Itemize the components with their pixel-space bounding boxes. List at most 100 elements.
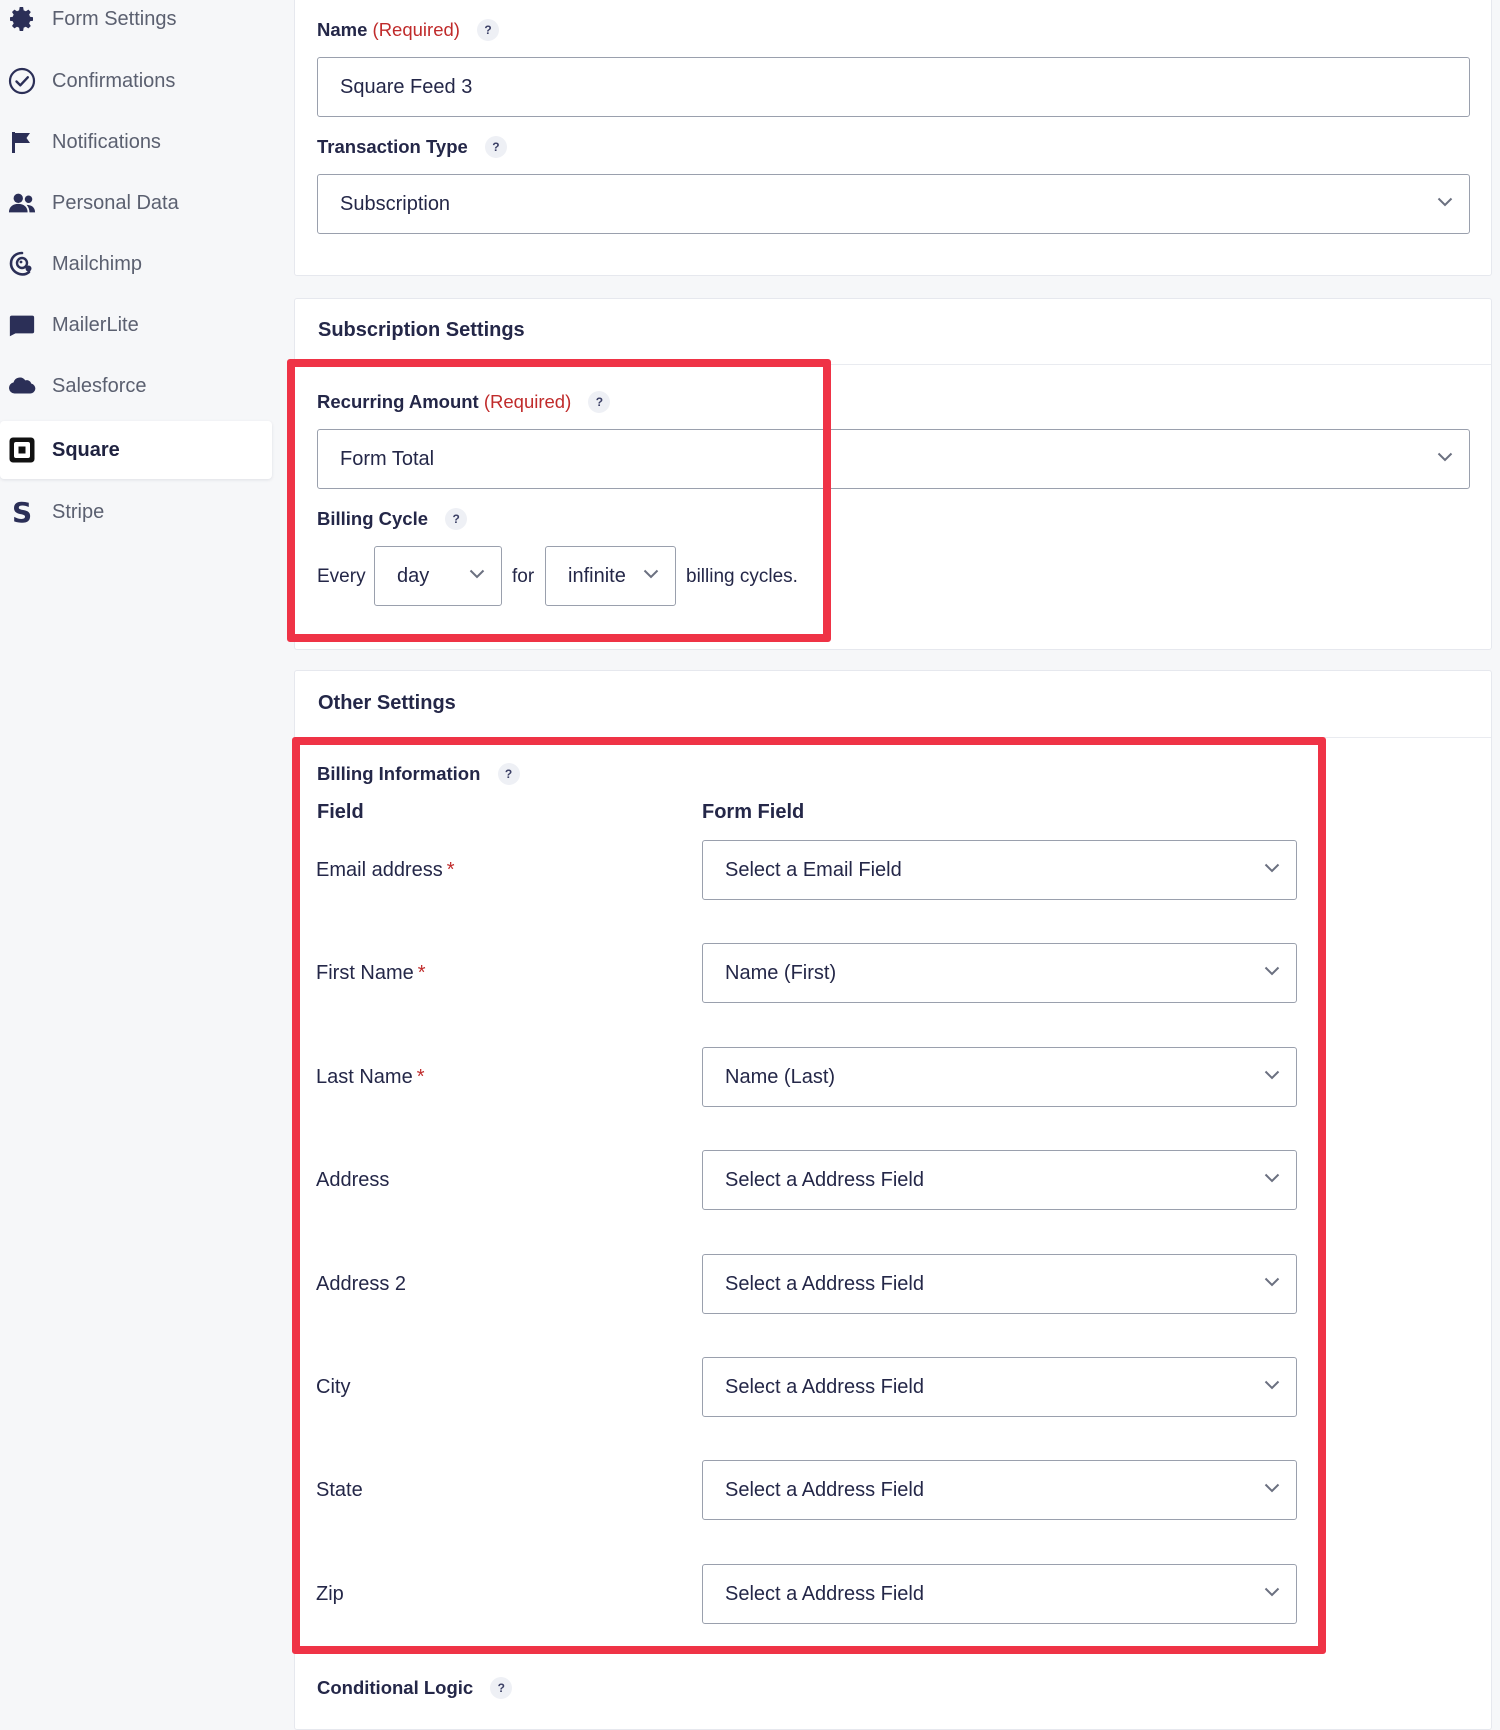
- help-icon[interactable]: ?: [588, 391, 611, 413]
- billing-field-label-text: State: [316, 1479, 363, 1501]
- users-icon: [8, 189, 36, 217]
- chevron-down-icon: [643, 569, 659, 579]
- chevron-down-icon: [1264, 1380, 1280, 1390]
- sidebar-item-square[interactable]: Square: [0, 421, 272, 479]
- select-value: Select a Address Field: [725, 1582, 924, 1605]
- select-value: Name (First): [725, 961, 837, 984]
- billing-field-label-text: Zip: [316, 1583, 344, 1605]
- sidebar-item-mailerlite[interactable]: MailerLite: [0, 296, 272, 354]
- select-value: Select a Address Field: [725, 1272, 924, 1295]
- every-text: Every: [317, 566, 366, 587]
- billing-field-label-text: City: [316, 1376, 351, 1398]
- divider: [295, 364, 1491, 365]
- sidebar-item-confirmations[interactable]: Confirmations: [0, 52, 272, 110]
- billing-form-field-select[interactable]: Select a Address Field: [702, 1254, 1297, 1314]
- subscription-settings-card: Subscription Settings Recurring Amount (…: [294, 298, 1492, 650]
- billing-form-field-select[interactable]: Name (Last): [702, 1047, 1297, 1107]
- billing-form-field-select[interactable]: Select a Address Field: [702, 1460, 1297, 1520]
- recurring-amount-select[interactable]: Form Total: [317, 429, 1470, 489]
- sidebar-item-stripe[interactable]: S Stripe: [0, 483, 272, 541]
- billing-cycles-text: billing cycles.: [686, 566, 798, 587]
- billing-field-label: Last Name *: [316, 1066, 425, 1089]
- chevron-down-icon: [1264, 1173, 1280, 1183]
- name-label: Name (Required) ?: [317, 19, 500, 41]
- chevron-down-icon: [1264, 1483, 1280, 1493]
- for-text: for: [512, 566, 535, 587]
- field-column-header: Field: [317, 801, 364, 823]
- divider: [295, 737, 1491, 738]
- form-field-column-header: Form Field: [702, 801, 805, 823]
- sidebar-item-personal-data[interactable]: Personal Data: [0, 174, 272, 232]
- cloud-icon: [8, 372, 36, 400]
- help-icon[interactable]: ?: [497, 763, 520, 785]
- billing-field-label: Address: [316, 1169, 389, 1192]
- sidebar-item-form-settings[interactable]: Form Settings: [0, 0, 272, 48]
- select-value: Select a Email Field: [725, 858, 902, 881]
- billing-interval-select[interactable]: day: [374, 546, 502, 606]
- chevron-down-icon: [1264, 863, 1280, 873]
- billing-form-field-select[interactable]: Select a Address Field: [702, 1150, 1297, 1210]
- check-circle-icon: [8, 67, 36, 95]
- sidebar-item-label: Confirmations: [52, 69, 176, 92]
- sidebar-item-label: Form Settings: [52, 7, 177, 30]
- feed-settings-card: Name (Required) ? Square Feed 3 Transact…: [294, 0, 1492, 276]
- billing-field-label-text: Address: [316, 1169, 390, 1191]
- chat-bubble-icon: [8, 311, 36, 339]
- transaction-type-select[interactable]: Subscription: [317, 174, 1470, 234]
- recurring-amount-label: Recurring Amount (Required) ?: [317, 391, 611, 413]
- sidebar-item-mailchimp[interactable]: Mailchimp: [0, 235, 272, 293]
- billing-field-label: Email address *: [316, 859, 455, 882]
- other-settings-title: Other Settings: [318, 692, 456, 714]
- sidebar-item-label: Salesforce: [52, 374, 147, 397]
- subscription-settings-title: Subscription Settings: [318, 319, 525, 341]
- settings-sidebar: Form Settings Confirmations Notification…: [0, 0, 275, 1709]
- conditional-logic-label: Conditional Logic ?: [317, 1677, 513, 1699]
- required-star: *: [416, 1066, 425, 1088]
- billing-form-field-select[interactable]: Select a Email Field: [702, 840, 1297, 900]
- svg-text:S: S: [12, 498, 32, 526]
- billing-field-label: Zip: [316, 1583, 344, 1606]
- billing-field-label: Address 2: [316, 1273, 406, 1296]
- billing-form-field-select[interactable]: Name (First): [702, 943, 1297, 1003]
- help-icon[interactable]: ?: [477, 19, 500, 41]
- billing-cycles-select[interactable]: infinite: [545, 546, 676, 606]
- sidebar-item-label: Stripe: [52, 500, 105, 523]
- billing-field-label: First Name *: [316, 962, 426, 985]
- chevron-down-icon: [1264, 1070, 1280, 1080]
- name-input[interactable]: Square Feed 3: [317, 57, 1470, 117]
- chevron-down-icon: [1437, 197, 1453, 207]
- billing-form-field-select[interactable]: Select a Address Field: [702, 1357, 1297, 1417]
- sidebar-item-label: Square: [52, 438, 120, 461]
- square-logo-icon: [8, 436, 36, 464]
- help-icon[interactable]: ?: [445, 508, 468, 530]
- select-value: Select a Address Field: [725, 1375, 924, 1398]
- sidebar-item-label: Notifications: [52, 130, 161, 153]
- sidebar-item-label: Personal Data: [52, 191, 179, 214]
- sidebar-item-salesforce[interactable]: Salesforce: [0, 357, 272, 415]
- select-value: Name (Last): [725, 1065, 836, 1088]
- help-icon[interactable]: ?: [484, 136, 507, 158]
- flag-icon: [8, 128, 36, 156]
- chevron-down-icon: [1264, 966, 1280, 976]
- transaction-type-label: Transaction Type ?: [317, 136, 507, 158]
- required-star: *: [446, 859, 455, 881]
- billing-field-label-text: Last Name: [316, 1066, 413, 1088]
- billing-field-label: City: [316, 1376, 350, 1399]
- sidebar-item-label: MailerLite: [52, 313, 139, 336]
- gear-icon: [8, 5, 36, 33]
- chevron-down-icon: [1264, 1277, 1280, 1287]
- select-value: Select a Address Field: [725, 1168, 924, 1191]
- select-value: Select a Address Field: [725, 1478, 924, 1501]
- billing-cycle-label: Billing Cycle ?: [317, 508, 468, 530]
- sidebar-item-label: Mailchimp: [52, 252, 143, 275]
- required-indicator: (Required): [372, 19, 460, 40]
- billing-form-field-select[interactable]: Select a Address Field: [702, 1564, 1297, 1624]
- sidebar-item-notifications[interactable]: Notifications: [0, 113, 272, 171]
- billing-field-label: State: [316, 1479, 363, 1502]
- stripe-s-icon: S: [8, 498, 36, 526]
- mailchimp-icon: [8, 250, 36, 278]
- chevron-down-icon: [1437, 452, 1453, 462]
- chevron-down-icon: [469, 569, 485, 579]
- chevron-down-icon: [1264, 1587, 1280, 1597]
- help-icon[interactable]: ?: [490, 1677, 513, 1699]
